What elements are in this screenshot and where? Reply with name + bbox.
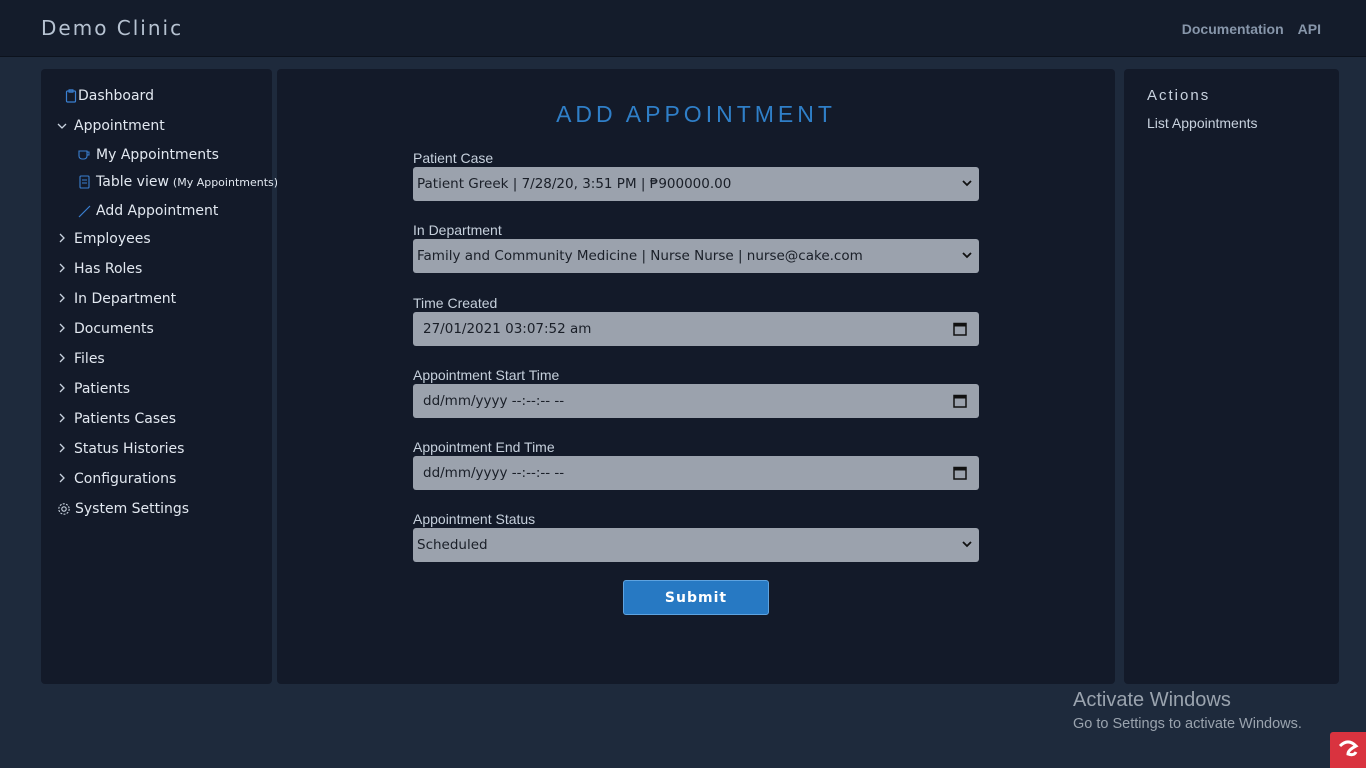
end-time-input[interactable]: dd/mm/yyyy --:--:-- -- [413, 456, 979, 490]
input-placeholder: dd/mm/yyyy --:--:-- -- [423, 465, 565, 481]
clipboard-icon [65, 89, 77, 103]
chevron-down-icon [961, 176, 973, 190]
department-label: In Department [413, 222, 502, 238]
select-value: Scheduled [417, 537, 488, 553]
calendar-icon[interactable] [953, 321, 967, 336]
sidebar-item-label: Appointment [74, 118, 165, 134]
sidebar-item-label: My Appointments [96, 147, 219, 163]
chevron-right-icon [55, 412, 69, 426]
sidebar-item-label: System Settings [75, 501, 190, 517]
sidebar-item-label: Dashboard [78, 88, 154, 104]
start-time-label: Appointment Start Time [413, 367, 560, 383]
sidebar-subitem-table-view[interactable]: Table view (My Appointments) [77, 171, 278, 193]
documentation-link[interactable]: Documentation [1182, 21, 1284, 37]
status-label: Appointment Status [413, 511, 536, 527]
patient-case-select[interactable]: Patient Greek | 7/28/20, 3:51 PM | ₱9000… [413, 167, 979, 201]
sidebar-item-label: Has Roles [74, 261, 143, 277]
watermark-subtitle: Go to Settings to activate Windows. [1073, 716, 1302, 732]
sidebar-item-patients[interactable]: Patients [55, 377, 130, 401]
sidebar-item-label: Patients Cases [74, 411, 177, 427]
status-select[interactable]: Scheduled [413, 528, 979, 562]
time-created-label: Time Created [413, 295, 498, 311]
api-link[interactable]: API [1298, 21, 1321, 37]
watermark-title: Activate Windows [1073, 689, 1231, 711]
chevron-right-icon [55, 352, 69, 366]
chevron-right-icon [55, 262, 69, 276]
sidebar-item-label: In Department [74, 291, 177, 307]
chevron-right-icon [55, 322, 69, 336]
brand-title[interactable]: Demo Clinic [41, 16, 183, 40]
patient-case-label: Patient Case [413, 150, 494, 166]
time-created-input[interactable]: 27/01/2021 03:07:52 am [413, 312, 979, 346]
select-value: Family and Community Medicine | Nurse Nu… [417, 248, 863, 264]
start-time-input[interactable]: dd/mm/yyyy --:--:-- -- [413, 384, 979, 418]
sidebar-item-dashboard[interactable]: Dashboard [65, 84, 154, 108]
sidebar-item-label: Files [74, 351, 105, 367]
sidebar-item-label: Table view [96, 174, 169, 190]
department-select[interactable]: Family and Community Medicine | Nurse Nu… [413, 239, 979, 273]
chevron-down-icon [961, 248, 973, 262]
sidebar-item-appointment[interactable]: Appointment [55, 114, 165, 138]
calendar-icon[interactable] [953, 393, 967, 408]
input-placeholder: dd/mm/yyyy --:--:-- -- [423, 393, 565, 409]
sidebar-item-status-histories[interactable]: Status Histories [55, 437, 184, 461]
main-content: ADD APPOINTMENT Patient Case Patient Gre… [277, 69, 1115, 684]
gear-icon [57, 502, 71, 516]
list-appointments-link[interactable]: List Appointments [1147, 115, 1258, 131]
sidebar-item-label: Documents [74, 321, 154, 337]
sidebar-item-system-settings[interactable]: System Settings [57, 497, 189, 521]
sidebar-item-patients-cases[interactable]: Patients Cases [55, 407, 176, 431]
actions-title: Actions [1147, 87, 1211, 104]
top-navbar: Demo Clinic Documentation API [0, 0, 1366, 57]
chevron-right-icon [55, 382, 69, 396]
sidebar-subitem-add-appointment[interactable]: Add Appointment [77, 200, 218, 222]
app-logo-icon[interactable] [1330, 732, 1366, 768]
end-time-label: Appointment End Time [413, 439, 555, 455]
chevron-right-icon [55, 292, 69, 306]
calendar-icon[interactable] [953, 465, 967, 480]
top-links: Documentation API [1182, 21, 1321, 37]
chevron-right-icon [55, 232, 69, 246]
sidebar-item-documents[interactable]: Documents [55, 317, 154, 341]
sidebar-item-label: Employees [74, 231, 151, 247]
actions-panel: Actions List Appointments [1124, 69, 1339, 684]
sidebar: Dashboard Appointment My Appointments Ta… [41, 69, 278, 684]
chevron-right-icon [55, 472, 69, 486]
sidebar-item-employees[interactable]: Employees [55, 227, 151, 251]
sidebar-item-label: Configurations [74, 471, 177, 487]
document-icon [77, 174, 93, 190]
submit-button[interactable]: Submit [623, 580, 769, 615]
sidebar-item-configurations[interactable]: Configurations [55, 467, 176, 491]
sidebar-item-label: Patients [74, 381, 131, 397]
chevron-down-icon [961, 537, 973, 551]
coffee-icon [77, 147, 93, 163]
sidebar-item-label: Status Histories [74, 441, 185, 457]
sidebar-item-in-department[interactable]: In Department [55, 287, 176, 311]
sidebar-item-suffix: (My Appointments) [172, 175, 279, 189]
pencil-icon [77, 203, 93, 219]
sidebar-item-files[interactable]: Files [55, 347, 105, 371]
page-title: ADD APPOINTMENT [556, 101, 836, 127]
sidebar-item-has-roles[interactable]: Has Roles [55, 257, 142, 281]
chevron-right-icon [55, 442, 69, 456]
input-value: 27/01/2021 03:07:52 am [423, 321, 592, 337]
chevron-down-icon [55, 119, 69, 133]
windows-activation-watermark: Activate Windows Go to Settings to activ… [1073, 689, 1302, 732]
sidebar-subitem-my-appointments[interactable]: My Appointments [77, 144, 219, 166]
sidebar-item-label: Add Appointment [96, 203, 219, 219]
select-value: Patient Greek | 7/28/20, 3:51 PM | ₱9000… [417, 176, 732, 192]
